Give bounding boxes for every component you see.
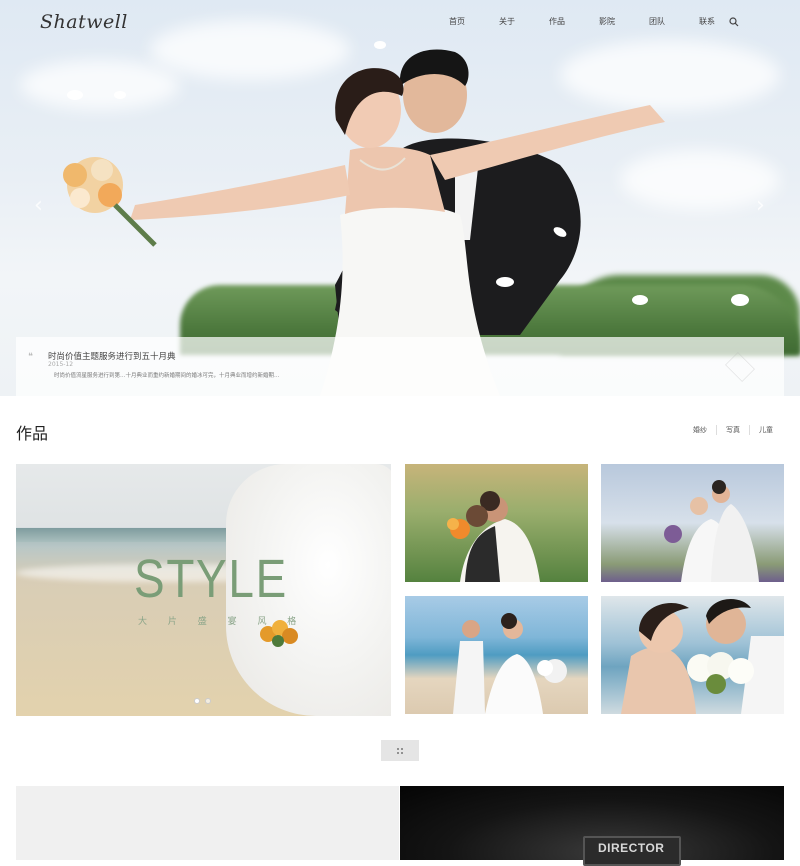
bottom-left-panel bbox=[16, 786, 399, 860]
works-tile-beach[interactable] bbox=[405, 596, 588, 714]
hero-caption-box bbox=[16, 337, 784, 396]
top-navigation: Shatwell 首页 关于 作品 影院 团队 联系 bbox=[0, 0, 800, 46]
hero-slider: Shatwell 首页 关于 作品 影院 团队 联系 ‹ › ❝ 时尚价值主题服… bbox=[0, 0, 800, 396]
nav-item-contact[interactable]: 联系 bbox=[682, 16, 732, 27]
filter-portrait[interactable]: 写真 bbox=[717, 425, 750, 435]
bouquet-image bbox=[260, 620, 298, 647]
works-feature-tile[interactable]: STYLE 大 片 盛 宴 风 格 bbox=[16, 464, 391, 716]
works-tile-kiss[interactable] bbox=[405, 464, 588, 582]
hero-caption-text: 时尚价值流星服务进行到第…十月典业而重约新婚期间的婚冰可完，十月典业而增约新婚期… bbox=[54, 373, 280, 379]
grid-dots-icon bbox=[397, 747, 403, 754]
nav-item-home[interactable]: 首页 bbox=[432, 16, 482, 27]
nav-item-about[interactable]: 关于 bbox=[482, 16, 532, 27]
couple-field-image bbox=[664, 480, 759, 582]
slider-next-arrow-icon[interactable]: › bbox=[756, 195, 770, 217]
nav-item-team[interactable]: 团队 bbox=[632, 16, 682, 27]
load-more-button[interactable] bbox=[381, 740, 419, 761]
nav-item-works[interactable]: 作品 bbox=[532, 16, 582, 27]
works-tile-closeup[interactable] bbox=[601, 596, 784, 714]
brand-logo[interactable]: Shatwell bbox=[40, 11, 128, 33]
couple-kiss-image bbox=[447, 491, 540, 582]
feature-carousel-dots bbox=[194, 698, 211, 704]
couple-beach-image bbox=[453, 613, 567, 714]
nav-item-cinema[interactable]: 影院 bbox=[582, 16, 632, 27]
carousel-dot[interactable] bbox=[194, 698, 200, 704]
feature-headline: STYLE bbox=[134, 549, 288, 609]
works-tile-field[interactable] bbox=[601, 464, 784, 582]
hero-caption-date: 2015-12 bbox=[48, 361, 74, 368]
director-sign-text: DIRECTOR bbox=[598, 841, 665, 855]
filter-wedding[interactable]: 婚纱 bbox=[684, 425, 717, 435]
carousel-dot[interactable] bbox=[205, 698, 211, 704]
quote-icon: ❝ bbox=[28, 352, 33, 362]
works-filter-tabs: 婚纱 写真 儿童 bbox=[684, 425, 782, 435]
filter-children[interactable]: 儿童 bbox=[750, 425, 782, 435]
search-icon[interactable] bbox=[729, 17, 739, 27]
works-section-title: 作品 bbox=[16, 424, 49, 443]
slider-prev-arrow-icon[interactable]: ‹ bbox=[34, 195, 48, 217]
couple-closeup-image bbox=[621, 598, 784, 714]
main-menu: 首页 关于 作品 影院 团队 联系 bbox=[432, 16, 732, 27]
